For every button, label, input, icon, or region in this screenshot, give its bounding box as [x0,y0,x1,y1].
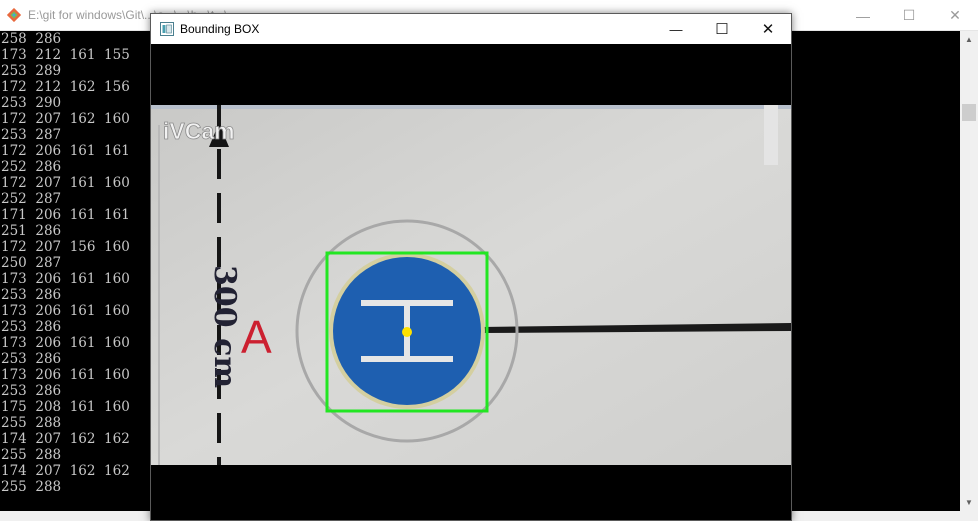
detection-center-point [402,327,412,337]
minimize-icon: — [669,21,683,37]
ruler-label: 300 cm [207,265,242,388]
bbox-close-button[interactable]: ✕ [745,14,791,44]
camera-frame: 300 cm A iVCam [151,105,791,465]
scroll-down-icon[interactable]: ▼ [960,494,978,511]
bbox-maximize-button[interactable]: ☐ [699,14,745,44]
camera-view: 300 cm A iVCam [151,105,791,465]
maximize-icon: ☐ [715,21,729,38]
maximize-icon: ☐ [902,7,916,23]
console-minimize-button[interactable]: — [840,0,886,31]
window-app-icon [160,22,174,36]
git-icon [7,8,21,22]
close-icon: ✕ [949,7,961,23]
close-icon: ✕ [761,21,775,38]
minimize-icon: — [856,7,870,24]
marker-letter: A [241,311,272,363]
bbox-minimize-button[interactable]: — [653,14,699,44]
console-close-button[interactable]: ✕ [932,0,978,31]
bbox-titlebar[interactable]: Bounding BOX — ☐ ✕ [151,14,791,44]
bbox-title: Bounding BOX [180,22,260,36]
ivcam-watermark: iVCam [163,118,235,144]
console-scrollbar[interactable]: ▲ ▼ [960,31,978,511]
console-maximize-button[interactable]: ☐ [886,0,932,31]
scroll-up-icon[interactable]: ▲ [960,31,978,48]
paper-edge [151,105,791,109]
scroll-thumb[interactable] [962,104,976,121]
bounding-box-window: Bounding BOX — ☐ ✕ 300 cm A iVCam [150,13,792,521]
